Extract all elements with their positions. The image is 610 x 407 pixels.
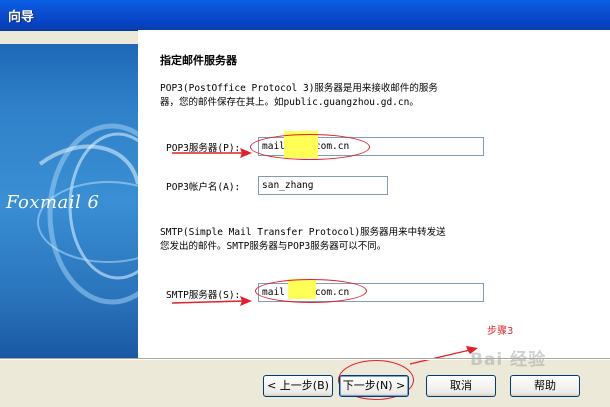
annotation-oval <box>255 279 367 303</box>
pop3-description-line-1: POP3(PostOffice Protocol 3)服务器是用来接收邮件的服务 <box>160 83 438 94</box>
smtp-description-line-2: 您发出的邮件。SMTP服务器与POP3服务器可以不同。 <box>160 241 387 252</box>
back-button[interactable]: < 上一步(B) <box>263 375 333 397</box>
pop3-account-label: POP3帐户名(A): <box>166 182 241 193</box>
arrow-icon <box>172 148 252 158</box>
pop3-account-input[interactable]: san_zhang <box>258 176 388 195</box>
pop3-description-line-2: 器，您的邮件保存在其上。如public.guangzhou.gd.cn。 <box>160 97 419 108</box>
annotation-oval <box>250 134 370 160</box>
cancel-button[interactable]: 取消 <box>426 375 496 397</box>
foxmail-banner: Foxmail 6 <box>0 44 138 358</box>
title-bar: 向导 <box>0 0 610 31</box>
window-title: 向导 <box>8 10 35 25</box>
page-heading: 指定邮件服务器 <box>160 54 237 67</box>
help-button[interactable]: 帮助 <box>510 375 580 397</box>
step-annotation: 步骤3 <box>487 326 514 337</box>
arrow-icon <box>171 296 252 306</box>
next-button[interactable]: 下一步(N) > <box>339 375 409 397</box>
smtp-description-line-1: SMTP(Simple Mail Transfer Protocol)服务器用来… <box>160 227 446 238</box>
baidu-watermark: Bai 经验 <box>470 350 547 370</box>
foxmail-logo: Foxmail 6 <box>6 192 100 213</box>
